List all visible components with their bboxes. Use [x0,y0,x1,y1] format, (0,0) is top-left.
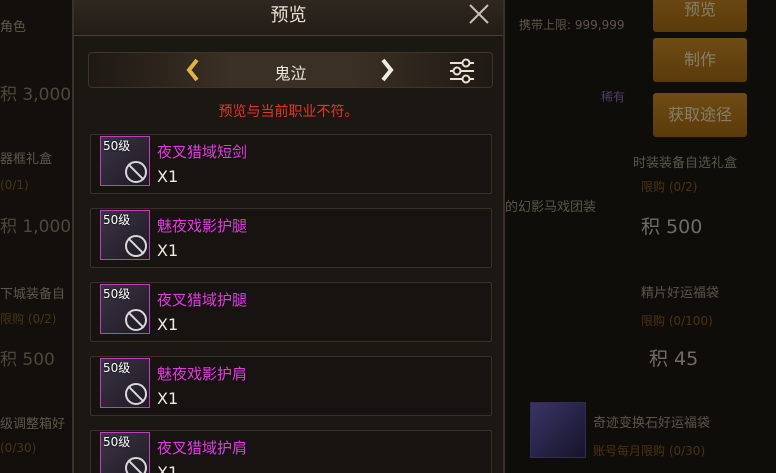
lucky-bag-limit: 限购 (0/100) [641,314,713,328]
item-name: 魅夜戏影护肩 [157,365,248,383]
theater-text: 的幻影马戏团装 [505,200,597,215]
shop-left-text: 角色 [0,20,27,35]
item-level: 50级 [103,435,131,449]
no-entry-icon [125,457,147,473]
shop-left-text: (0/30) [0,441,37,455]
item-icon[interactable]: 50级 [100,358,150,408]
shop-left-text: 积 500 [0,350,55,370]
item-icon[interactable]: 50级 [100,136,150,186]
price-45: 积 45 [649,348,699,370]
class-name: 鬼泣 [274,64,307,83]
item-name: 夜叉猎域短剑 [157,143,248,161]
lucky-bag-2-limit: 账号每月限购 (0/30) [593,444,706,458]
list-item[interactable]: 50级 魅夜戏影护肩 X1 [90,356,492,416]
list-item[interactable]: 50级 夜叉猎域护肩 X1 [90,430,492,473]
shop-left-text: 下城装备自 [0,287,66,302]
shop-left-text: (0/1) [0,178,29,192]
gift-box-title: 时装装备自选礼盒 [633,156,738,171]
list-item[interactable]: 50级 夜叉猎域护腿 X1 [90,282,492,342]
sliders-icon[interactable] [448,57,476,85]
class-mismatch-warning: 预览与当前职业不符。 [218,104,359,120]
shop-left-column: 角色积 3,000 器框礼盒 (0/1) 积 1,000 下城装备自限购 (0/2) 积 … [0,0,72,473]
item-quantity: X1 [157,167,179,186]
shop-left-text: 级调整箱好 [0,417,66,432]
no-entry-icon [125,383,147,405]
item-level: 50级 [103,139,131,153]
price-500: 积 500 [641,216,703,238]
item-name: 魅夜戏影护腿 [157,217,248,235]
rare-tag: 稀有 [601,90,626,104]
item-quantity: X1 [157,463,179,473]
lucky-bag-icon[interactable] [530,402,586,458]
item-level: 50级 [103,213,131,227]
shop-left-text: 限购 (0/2) [0,312,57,326]
carry-limit-text: 携带上限: 999,999 [519,18,625,32]
preview-modal: 预览 鬼泣 预览与当前职业不符。 50级 夜叉猎域短剑 X1 50级 魅夜戏影护腿 X1 5… [72,0,505,473]
craft-button[interactable]: 制作 [653,38,747,82]
item-level: 50级 [103,361,131,375]
modal-title-bar: 预览 [74,0,503,36]
item-level: 50级 [103,287,131,301]
class-selector: 鬼泣 [88,52,493,88]
item-name: 夜叉猎域护肩 [157,439,248,457]
get-path-button[interactable]: 获取途径 [653,93,747,137]
lucky-bag-2-title: 奇迹变换石好运福袋 [593,416,711,431]
shop-left-text: 积 3,000 [0,85,72,105]
item-name: 夜叉猎域护腿 [157,291,248,309]
list-item[interactable]: 50级 魅夜戏影护腿 X1 [90,208,492,268]
item-icon[interactable]: 50级 [100,432,150,473]
item-quantity: X1 [157,241,179,260]
item-quantity: X1 [157,315,179,334]
item-quantity: X1 [157,389,179,408]
close-icon[interactable] [467,2,491,26]
list-item[interactable]: 50级 夜叉猎域短剑 X1 [90,134,492,194]
item-icon[interactable]: 50级 [100,284,150,334]
no-entry-icon [125,235,147,257]
no-entry-icon [125,161,147,183]
preview-button[interactable]: 预览 [653,0,747,32]
gift-box-limit: 限购 (0/2) [641,180,698,194]
item-icon[interactable]: 50级 [100,210,150,260]
shop-left-text: 器框礼盒 [0,152,53,167]
no-entry-icon [125,309,147,331]
modal-title: 预览 [270,5,307,26]
preview-item-list[interactable]: 50级 夜叉猎域短剑 X1 50级 魅夜戏影护腿 X1 50级 夜叉猎域护腿 X1 50级 魅夜戏影… [90,134,492,473]
shop-left-text: 积 1,000 [0,217,72,237]
lucky-bag-title: 精片好运福袋 [641,286,720,301]
chevron-right-icon[interactable] [379,57,395,89]
